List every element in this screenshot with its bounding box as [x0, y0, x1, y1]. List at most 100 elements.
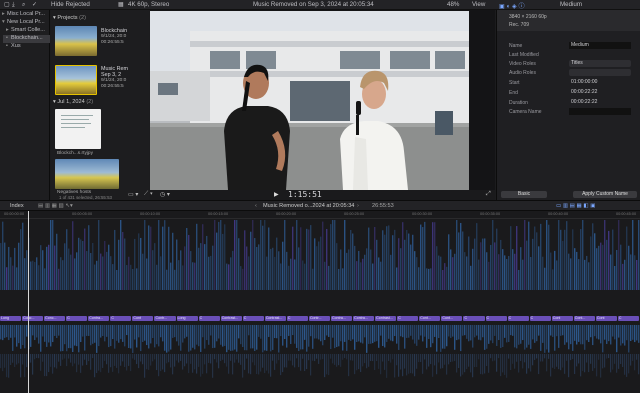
- end-value[interactable]: 00:00:22:22: [569, 89, 631, 96]
- video-clip-strip: [128, 256, 130, 290]
- play-button[interactable]: ▶: [274, 191, 279, 198]
- transform-tool-icon[interactable]: ▭ ▾: [128, 191, 138, 198]
- video-image: [150, 11, 469, 190]
- video-roles-dropdown[interactable]: Titles: [569, 60, 631, 67]
- audio-clip-strip: [388, 325, 390, 339]
- timeline-view-options-icons[interactable]: ▭ ▥ ▤ ▦ ◧ ▣: [556, 203, 595, 209]
- camera-name-field[interactable]: [569, 108, 631, 115]
- video-clip-strip: [526, 240, 528, 290]
- video-clip-strip: [260, 220, 262, 290]
- title-clip[interactable]: Conc...: [44, 316, 66, 321]
- video-clip-strip: [602, 244, 604, 290]
- title-clip[interactable]: C: [242, 316, 264, 321]
- library-item[interactable]: ▾ New Local Pr...: [2, 19, 45, 27]
- video-clip-strip: [446, 266, 448, 290]
- project-thumbnail-selected[interactable]: [55, 65, 97, 95]
- apply-custom-name-button[interactable]: Apply Custom Name: [573, 191, 637, 198]
- library-item[interactable]: ▸ Smart Colle...: [6, 27, 45, 35]
- audio-clip-strip: [498, 325, 500, 341]
- zoom-dropdown[interactable]: 48%: [447, 1, 459, 8]
- title-clip[interactable]: Contr...: [308, 316, 331, 321]
- audio-waveform-strip: [256, 354, 258, 375]
- title-clip[interactable]: Conc...: [22, 316, 44, 321]
- import-icon[interactable]: ⤓: [12, 1, 15, 9]
- audio-clip-strip: [252, 325, 254, 349]
- title-clip[interactable]: C: [286, 316, 308, 321]
- library-item-selected[interactable]: ▪ Blockchain...: [3, 35, 50, 43]
- title-clip[interactable]: C: [529, 316, 551, 321]
- clip-thumbnail-strip[interactable]: [55, 159, 119, 189]
- title-clip[interactable]: Cont: [132, 316, 154, 321]
- title-clip[interactable]: Long: [0, 316, 22, 321]
- title-clip[interactable]: Contrast...: [220, 316, 242, 321]
- grid-view-icon[interactable]: ▦: [118, 1, 124, 8]
- title-clip[interactable]: Contrast...: [375, 316, 397, 321]
- audio-clip-strip: [60, 325, 62, 352]
- title-clip[interactable]: C: [397, 316, 419, 321]
- library-item[interactable]: ▸ Misc Local Pr...: [2, 11, 45, 19]
- date-group-header[interactable]: ▾ Jul 1, 2024 (2): [53, 99, 93, 105]
- title-clip[interactable]: Contr...: [154, 316, 176, 321]
- projects-header[interactable]: ▾ Projects (2): [53, 15, 86, 21]
- start-value[interactable]: 01:00:00:00: [569, 79, 631, 86]
- title-clip[interactable]: Cont...: [573, 316, 595, 321]
- video-clip-strip: [320, 236, 322, 290]
- title-clip[interactable]: C: [198, 316, 220, 321]
- library-toggle-icon[interactable]: ▢: [4, 1, 10, 8]
- keyword-icon[interactable]: ⌕: [22, 1, 25, 9]
- title-clip[interactable]: Long: [176, 316, 198, 321]
- index-button[interactable]: Index: [10, 203, 24, 209]
- view-dropdown[interactable]: View: [472, 1, 485, 8]
- project-thumbnail[interactable]: [55, 26, 97, 56]
- title-clip[interactable]: Cont: [595, 316, 617, 321]
- title-clip[interactable]: Contra...: [88, 316, 110, 321]
- title-clip[interactable]: C: [110, 316, 132, 321]
- audio-waveform-strip: [374, 354, 376, 370]
- audio-waveform-strip: [160, 354, 162, 372]
- name-field[interactable]: Medium: [569, 42, 631, 49]
- check-icon[interactable]: ✓: [32, 1, 37, 8]
- timeline-ruler[interactable]: 00:00:00:00 00:00:05:00 00:00:10:00 00:00:1…: [0, 211, 640, 219]
- inspector-tab-icons[interactable]: ▣ ◐ ◈ ⓘ: [499, 1, 525, 10]
- title-clip[interactable]: Contrast...: [264, 316, 286, 321]
- audio-clip-strip: [358, 325, 360, 342]
- timeline-tracks[interactable]: [0, 220, 640, 393]
- title-clip[interactable]: C: [463, 316, 485, 321]
- audio-waveform-strip: [576, 354, 578, 367]
- audio-clip-strip: [218, 325, 220, 339]
- timeline-area[interactable]: 00:00:00:00 00:00:05:00 00:00:10:00 00:00:1…: [0, 211, 640, 393]
- library-item[interactable]: ▪ Xus: [6, 43, 21, 51]
- hide-rejected-dropdown[interactable]: Hide Rejected: [51, 1, 90, 8]
- audio-clip-strip: [182, 325, 184, 343]
- title-clip[interactable]: C: [507, 316, 529, 321]
- crop-tool-icon[interactable]: ⟋ ▾: [144, 191, 153, 198]
- title-clip[interactable]: Cont...: [441, 316, 463, 321]
- video-clip-strip: [220, 220, 222, 290]
- title-clip[interactable]: Contra...: [331, 316, 353, 321]
- title-clip[interactable]: Contra...: [353, 316, 375, 321]
- metadata-view-dropdown[interactable]: Basic: [501, 191, 547, 198]
- back-forward-icon[interactable]: ‹: [255, 203, 257, 209]
- audio-roles-dropdown[interactable]: [569, 69, 631, 76]
- video-frame[interactable]: [150, 11, 469, 190]
- duration-value[interactable]: 00:00:22:22: [569, 99, 631, 106]
- speed-tool-icon[interactable]: ◷ ▾: [160, 191, 170, 198]
- playhead[interactable]: [28, 211, 29, 393]
- video-clip-strip: [72, 221, 74, 290]
- clip-title-row[interactable]: LongConc...Conc...CContra...CContContr..…: [0, 316, 640, 322]
- fullscreen-icon[interactable]: ⤢: [486, 191, 491, 198]
- title-clip[interactable]: C: [66, 316, 88, 321]
- title-clip[interactable]: Cont...: [419, 316, 441, 321]
- title-clip[interactable]: C: [617, 316, 639, 321]
- video-clip-strip: [340, 249, 342, 290]
- title-clip[interactable]: Cont: [551, 316, 573, 321]
- video-clip-strip: [76, 252, 78, 290]
- forward-icon[interactable]: ›: [357, 203, 359, 209]
- video-clip-strip: [380, 261, 382, 290]
- clip-info: Music Rem Sep 3, 2 9/1/24, 20:0 00:26:55…: [101, 66, 128, 90]
- last-modified-label: Last Modified: [509, 52, 539, 58]
- audio-waveform-strip: [364, 354, 366, 364]
- edit-tools-icons[interactable]: ▤ ▥ ▦ ▧ ↖▾: [38, 203, 73, 209]
- title-clip[interactable]: C: [485, 316, 507, 321]
- document-thumbnail[interactable]: [55, 109, 101, 149]
